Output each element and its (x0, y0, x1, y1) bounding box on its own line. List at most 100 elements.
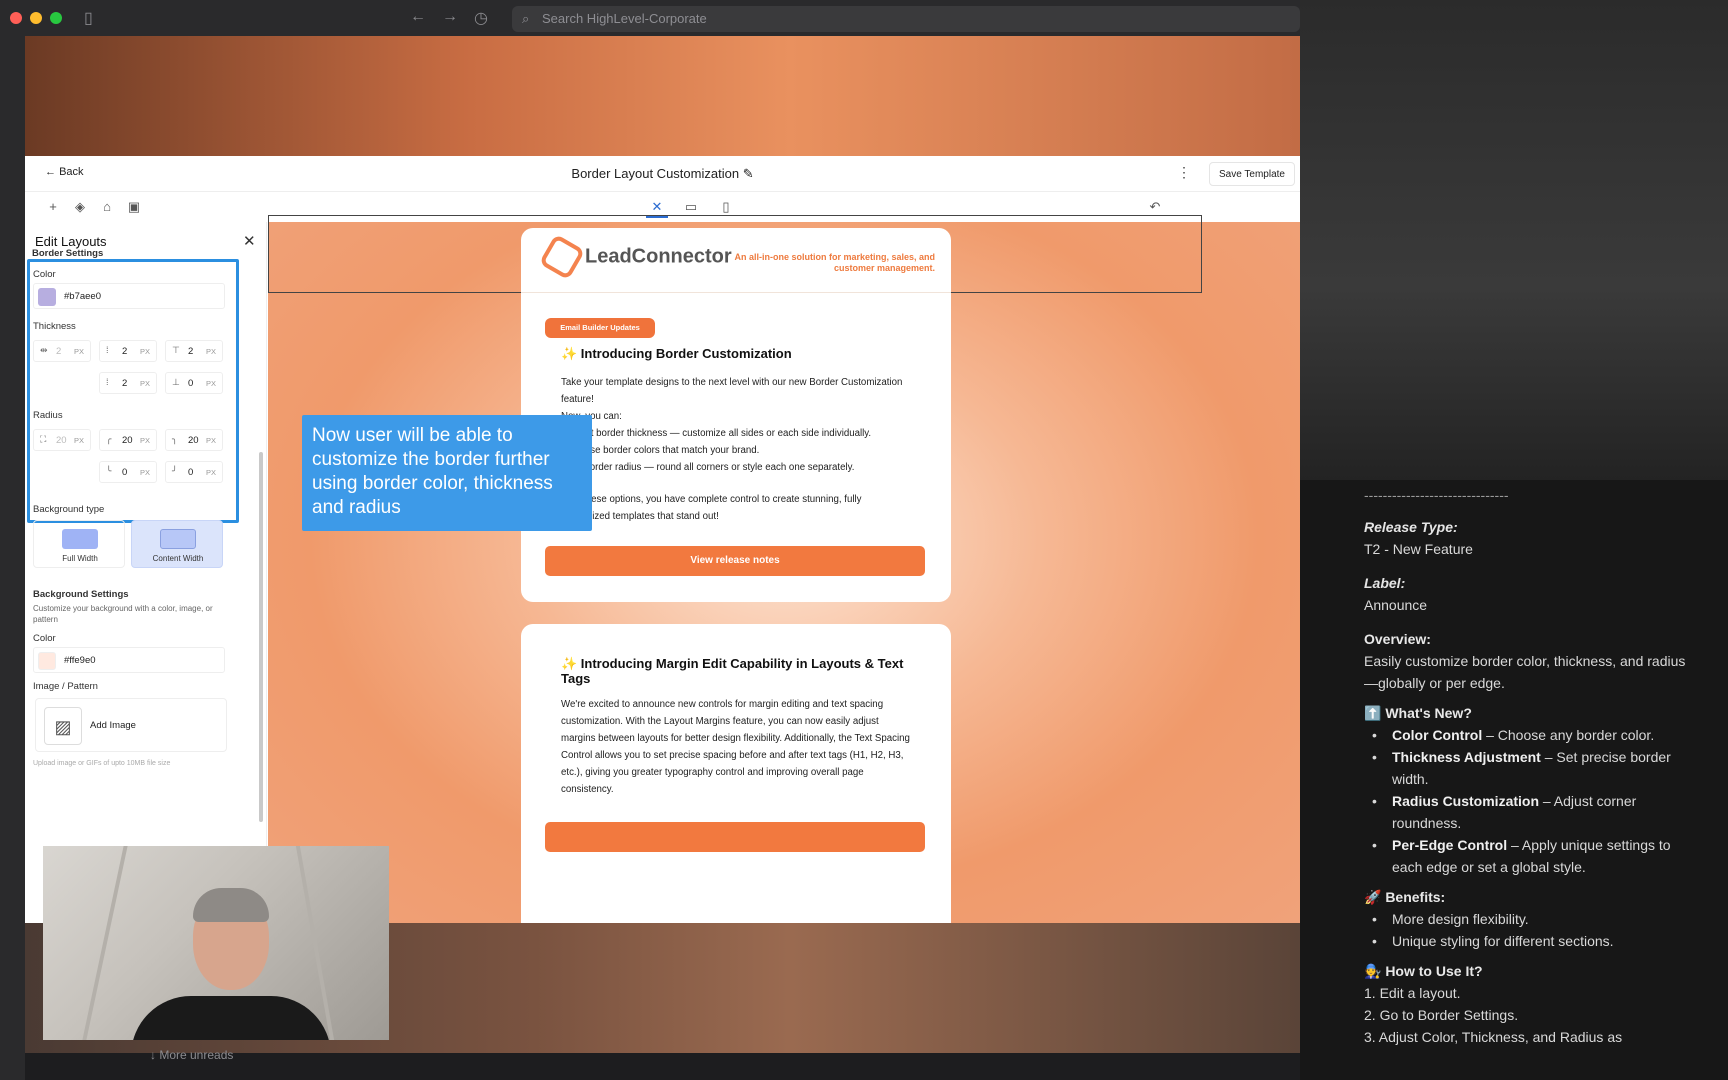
top-left-corner-icon: ╭ (106, 434, 112, 444)
panel-scrollbar[interactable] (259, 452, 263, 822)
save-template-button[interactable]: Save Template (1209, 162, 1295, 186)
bg-color-hex: #ffe9e0 (64, 655, 96, 666)
section-heading-1: ✨ Introducing Border Customization (561, 346, 792, 361)
radius-bottom-left-input[interactable]: ╰ 0 PX (99, 461, 157, 483)
add-image-field[interactable]: ▨ Add Image (35, 698, 227, 752)
whats-new-heading: ⬆️ What's New? (1364, 705, 1472, 721)
background-settings-desc: Customize your background with a color, … (33, 604, 213, 624)
benefits-heading: 🚀 Benefits: (1364, 889, 1446, 905)
radius-bottom-right-input[interactable]: ╯ 0 PX (165, 461, 223, 483)
overview-text: Easily customize border color, thickness… (1364, 653, 1686, 691)
thickness-right-input[interactable]: ⁞ 2 PX (99, 372, 157, 394)
blurred-background (25, 36, 1300, 156)
minimize-window-dot[interactable] (30, 12, 42, 24)
maximize-window-dot[interactable] (50, 12, 62, 24)
how-to-heading: 🧑‍🔧 How to Use It? (1364, 963, 1483, 979)
second-cta-button[interactable] (545, 822, 925, 852)
layers-icon[interactable]: ◈ (69, 196, 91, 218)
search-input[interactable]: ⌕ Search HighLevel-Corporate (512, 6, 1300, 32)
radius-all-input[interactable]: ⛶ 20 PX (33, 429, 91, 451)
content-width-preview (160, 529, 196, 549)
content-width-option[interactable]: Content Width (131, 520, 223, 568)
pencil-icon[interactable]: ✎ (743, 166, 754, 181)
image-pattern-label: Image / Pattern (33, 681, 98, 692)
radius-label: Radius (33, 410, 63, 421)
paragraph-3: With these options, you have complete co… (561, 494, 862, 522)
label-label: Label: (1364, 575, 1406, 591)
search-placeholder: Search HighLevel-Corporate (542, 11, 707, 26)
save-icon[interactable]: ▣ (123, 196, 145, 218)
color-label: Color (33, 269, 56, 280)
left-side-icon: ⁞ (106, 345, 109, 355)
top-right-corner-icon: ╮ (172, 434, 178, 444)
list-item: Per-Edge Control – Apply unique settings… (1364, 834, 1694, 878)
full-width-option[interactable]: Full Width (33, 520, 125, 568)
paint-icon[interactable]: ⌂ (96, 196, 118, 218)
label-value: Announce (1364, 597, 1428, 613)
overview-label: Overview: (1364, 631, 1431, 647)
email-builder-window: ← Back Border Layout Customization ✎ ⋮ S… (25, 156, 1300, 923)
release-type-label: Release Type: (1364, 519, 1458, 535)
view-release-notes-button[interactable]: View release notes (545, 546, 925, 576)
bottom-right-corner-icon: ╯ (172, 466, 178, 476)
benefits-list: More design flexibility. Unique styling … (1364, 908, 1694, 952)
logo-mark (538, 233, 586, 281)
border-color-field[interactable]: #b7aee0 (33, 283, 225, 309)
thickness-left-input[interactable]: ⁞ 2 PX (99, 340, 157, 362)
paragraph-1: Take your template designs to the next l… (561, 377, 903, 405)
release-notes: ------------------------------- Release … (1364, 484, 1694, 1048)
bullet-3: • Set border radius — round all corners … (561, 462, 855, 473)
thickness-bottom-input[interactable]: ⊥ 0 PX (165, 372, 223, 394)
panel-title: Edit Layouts (35, 234, 107, 249)
paragraph-4: We're excited to announce new controls f… (561, 699, 910, 795)
wall-line (82, 846, 128, 1040)
background-color-field[interactable]: #ffe9e0 (33, 647, 225, 673)
list-item: 2. Go to Border Settings. (1364, 1007, 1519, 1023)
full-width-label: Full Width (62, 554, 98, 563)
presenter-shirt (131, 996, 331, 1040)
annotation-callout: Now user will be able to customize the b… (302, 415, 592, 531)
notes-panel: ------------------------------- Release … (1300, 0, 1728, 1080)
paragraph-2: Now, you can: (561, 411, 622, 422)
thickness-top-input[interactable]: ⊤ 2 PX (165, 340, 223, 362)
add-image-icon[interactable]: ▨ (44, 707, 82, 745)
more-unreads[interactable]: ↓ More unreads (150, 1048, 233, 1062)
thickness-all-input[interactable]: ⇹ 2 PX (33, 340, 91, 362)
webcam-overlay (43, 846, 389, 1040)
browser-toolbar: ▯ ← → ◷ ⌕ Search HighLevel-Corporate (0, 0, 1300, 36)
history-icon[interactable]: ◷ (474, 8, 488, 28)
back-arrow-icon[interactable]: ← (410, 8, 426, 26)
upload-hint: Upload image or GIFs of upto 10MB file s… (33, 760, 171, 767)
app-header: ← Back Border Layout Customization ✎ ⋮ S… (25, 156, 1300, 192)
add-icon[interactable]: + (42, 196, 64, 218)
blurred-notes-top (1300, 0, 1728, 480)
all-sides-icon: ⇹ (40, 345, 48, 355)
divider: ------------------------------- (1364, 487, 1509, 503)
email-card-2[interactable]: ✨ Introducing Margin Edit Capability in … (521, 624, 951, 923)
logo-text: LeadConnector (585, 245, 732, 268)
list-item: 3. Adjust Color, Thickness, and Radius a… (1364, 1029, 1623, 1045)
header-divider (521, 292, 951, 293)
close-icon[interactable]: ✕ (243, 232, 256, 250)
full-width-preview (62, 529, 98, 549)
top-side-icon: ⊤ (172, 345, 180, 355)
bg-color-swatch[interactable] (38, 652, 56, 670)
more-options-icon[interactable]: ⋮ (1177, 164, 1191, 181)
close-window-dot[interactable] (10, 12, 22, 24)
radius-top-right-input[interactable]: ╮ 20 PX (165, 429, 223, 451)
content-width-label: Content Width (152, 554, 204, 563)
template-title: Border Layout Customization ✎ (571, 166, 754, 181)
sidebar-icon[interactable]: ▯ (84, 8, 93, 28)
email-canvas[interactable]: LeadConnector An all-in-one solution for… (268, 215, 1300, 923)
radius-top-left-input[interactable]: ╭ 20 PX (99, 429, 157, 451)
background-settings-heading: Background Settings (33, 589, 129, 600)
color-swatch[interactable] (38, 288, 56, 306)
bullet-1: • Adjust border thickness — customize al… (561, 428, 872, 439)
presenter-hair (193, 888, 269, 922)
list-item: Unique styling for different sections. (1364, 930, 1694, 952)
border-settings-heading: Border Settings (32, 248, 104, 259)
search-icon: ⌕ (522, 11, 530, 26)
list-item: 1. Edit a layout. (1364, 985, 1461, 1001)
forward-arrow-icon[interactable]: → (442, 8, 458, 26)
section-heading-2: ✨ Introducing Margin Edit Capability in … (561, 656, 904, 686)
